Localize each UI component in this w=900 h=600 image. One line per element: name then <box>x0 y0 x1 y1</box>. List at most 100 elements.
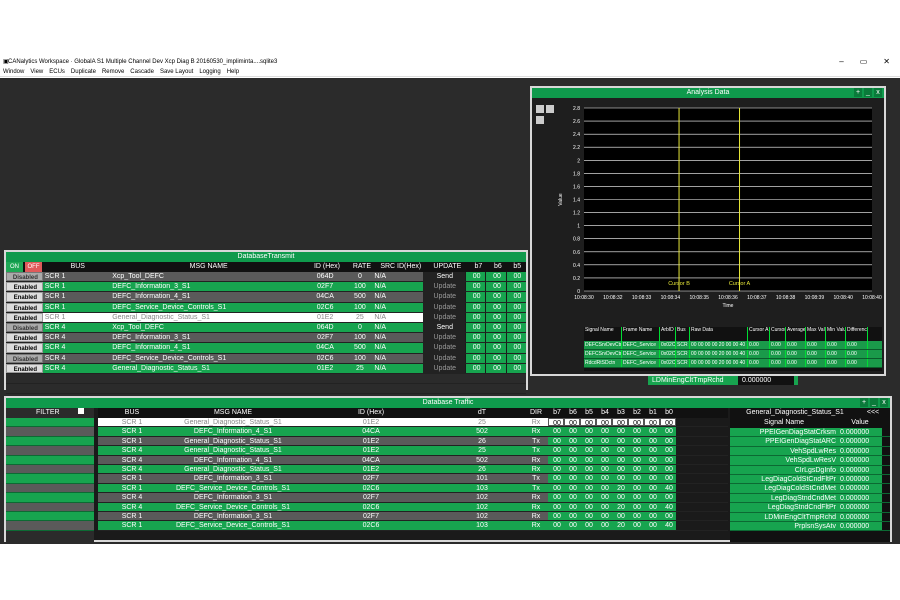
byte-cell[interactable]: 00 <box>506 272 526 282</box>
rate-cell[interactable]: 100 <box>345 282 373 292</box>
maximize-icon[interactable]: ▭ <box>860 57 868 67</box>
byte-cell[interactable]: 00 <box>506 322 526 333</box>
action-button[interactable]: Update <box>422 363 466 373</box>
byte-cell[interactable]: 00 <box>466 272 486 282</box>
menu-item-help[interactable]: Help <box>227 67 239 76</box>
byte-cell[interactable]: 00 <box>506 333 526 343</box>
menu-item-view[interactable]: View <box>30 67 43 76</box>
byte-cell[interactable]: 00 <box>486 333 506 343</box>
byte-cell[interactable]: 00 <box>486 353 506 363</box>
close-panel-icon[interactable]: x <box>874 88 882 97</box>
byte-cell[interactable]: 00 <box>486 312 506 322</box>
rate-cell[interactable]: 500 <box>345 343 373 353</box>
filter-row[interactable] <box>6 511 94 522</box>
table-row[interactable]: SCR 1 DEFC_Service_Device_Controls_S1 02C6… <box>98 483 728 494</box>
signal-table-row[interactable]: RdcdRtSDctnDEFC_Service0x02C6SCR 100 00 … <box>584 359 882 368</box>
analysis-chart[interactable]: 00.20.40.60.811.21.41.61.822.22.42.62.81… <box>532 100 884 325</box>
filter-row[interactable] <box>6 521 94 531</box>
table-row[interactable]: SCR 4 General_Diagnostic_Status_S1 01E2 26 R… <box>98 464 728 475</box>
byte-cell[interactable]: 00 <box>486 343 506 353</box>
close-icon[interactable]: ✕ <box>883 57 890 67</box>
minimize-icon[interactable]: – <box>839 57 843 67</box>
menu-item-ecus[interactable]: ECUs <box>49 67 65 76</box>
menu-item-cascade[interactable]: Cascade <box>130 67 154 76</box>
filter-row[interactable] <box>6 446 94 456</box>
state-button[interactable]: Enabled <box>6 302 43 312</box>
signal-row[interactable]: VehSpdLwRes 0.000000 <box>730 446 890 457</box>
table-row[interactable]: SCR 4 DEFC_Service_Device_Controls_S1 02C6… <box>98 502 728 512</box>
table-row[interactable]: SCR 1 General_Diagnostic_Status_S1 01E2 26 T… <box>98 436 728 447</box>
table-row[interactable]: SCR 1 DEFC_Service_Device_Controls_S1 02C6… <box>98 521 728 531</box>
off-button[interactable]: OFF <box>25 262 42 272</box>
signal-row[interactable]: LDMinEngCltTmpRchd 0.000000 <box>730 512 890 522</box>
byte-cell[interactable]: 00 <box>486 282 506 292</box>
rate-cell[interactable]: 0 <box>345 272 373 282</box>
signal-row[interactable]: PrplsnSysAtv 0.000000 <box>730 521 890 532</box>
byte-cell[interactable]: 00 <box>466 302 486 312</box>
filter-row[interactable] <box>6 493 94 503</box>
rate-cell[interactable]: 0 <box>345 322 373 333</box>
action-button[interactable]: Update <box>422 343 466 353</box>
menu-item-save-layout[interactable]: Save Layout <box>160 67 193 76</box>
byte-cell[interactable]: 00 <box>486 302 506 312</box>
table-row[interactable]: SCR 4 General_Diagnostic_Status_S1 01E2 25 T… <box>98 446 728 456</box>
byte-cell[interactable]: 00 <box>486 322 506 333</box>
settings-icon[interactable] <box>536 116 544 124</box>
on-button[interactable]: ON <box>6 262 23 272</box>
add-axis-icon[interactable] <box>546 105 554 113</box>
add-icon[interactable]: + <box>854 88 862 97</box>
signal-row[interactable]: LegDiagColdStCndMet 0.000000 <box>730 484 890 494</box>
byte-cell[interactable]: 00 <box>466 292 486 302</box>
byte-cell[interactable]: 00 <box>486 363 506 373</box>
collapse-button[interactable]: <<< <box>860 408 886 418</box>
byte-cell[interactable]: 00 <box>466 343 486 353</box>
rate-cell[interactable]: 100 <box>345 353 373 363</box>
rate-cell[interactable]: 100 <box>345 333 373 343</box>
byte-cell[interactable]: 00 <box>466 282 486 292</box>
minimize-panel-icon[interactable]: _ <box>864 88 872 97</box>
signal-row[interactable]: PPEIGenDiagStatARC 0.000000 <box>730 437 890 447</box>
state-button[interactable]: Disabled <box>6 322 43 333</box>
menu-item-remove[interactable]: Remove <box>102 67 124 76</box>
state-button[interactable]: Enabled <box>6 282 43 292</box>
filter-row[interactable] <box>6 436 94 447</box>
state-button[interactable]: Enabled <box>6 363 43 373</box>
rate-cell[interactable]: 500 <box>345 292 373 302</box>
byte-cell[interactable]: 00 <box>486 292 506 302</box>
action-button[interactable]: Update <box>422 333 466 343</box>
state-button[interactable]: Enabled <box>6 312 43 322</box>
byte-cell[interactable]: 00 <box>506 363 526 373</box>
action-button[interactable]: Send <box>422 322 466 333</box>
action-button[interactable]: Update <box>422 353 466 363</box>
on-off-toggle[interactable]: ON OFF <box>6 262 43 272</box>
table-row[interactable]: SCR 1 DEFC_Information_4_S1 04CA 502 Rx 00 00 0… <box>98 427 728 437</box>
state-button[interactable]: Enabled <box>6 343 43 353</box>
byte-cell[interactable]: 00 <box>466 363 486 373</box>
action-button[interactable]: Update <box>422 282 466 292</box>
state-button[interactable]: Enabled <box>6 333 43 343</box>
table-row[interactable]: SCR 4 DEFC_Information_3_S1 02F7 102 Rx 00 00 0… <box>98 493 728 503</box>
byte-cell[interactable]: 00 <box>506 282 526 292</box>
signal-table-row[interactable]: DEFCSrvDevCtrlDEFC_Service0x02C6SCR 100 … <box>584 350 882 359</box>
byte-cell[interactable]: 00 <box>466 353 486 363</box>
rate-cell[interactable]: 25 <box>345 312 373 322</box>
filter-row[interactable] <box>6 464 94 475</box>
state-button[interactable]: Disabled <box>6 353 43 363</box>
action-button[interactable]: Update <box>422 312 466 322</box>
filter-checkbox[interactable] <box>77 408 84 414</box>
signal-row[interactable]: PPEIGenDiagStatCrksm 0.000000 <box>730 428 890 438</box>
byte-cell[interactable]: 00 <box>506 343 526 353</box>
byte-cell[interactable]: 00 <box>506 312 526 322</box>
action-button[interactable]: Update <box>422 292 466 302</box>
table-row[interactable]: SCR 1 DEFC_Information_3_S1 02F7 101 Tx 00 00 0… <box>98 474 728 484</box>
byte-cell[interactable]: 00 <box>506 302 526 312</box>
signal-row[interactable]: LegDiagColdStCndFltPr 0.000000 <box>730 474 890 485</box>
menu-item-logging[interactable]: Logging <box>199 67 220 76</box>
filter-row[interactable] <box>6 427 94 437</box>
menu-item-duplicate[interactable]: Duplicate <box>71 67 96 76</box>
byte-cell[interactable]: 00 <box>466 322 486 333</box>
byte-cell[interactable]: 00 <box>506 292 526 302</box>
action-button[interactable]: Send <box>422 272 466 282</box>
action-button[interactable]: Update <box>422 302 466 312</box>
zoom-icon[interactable] <box>536 105 544 113</box>
